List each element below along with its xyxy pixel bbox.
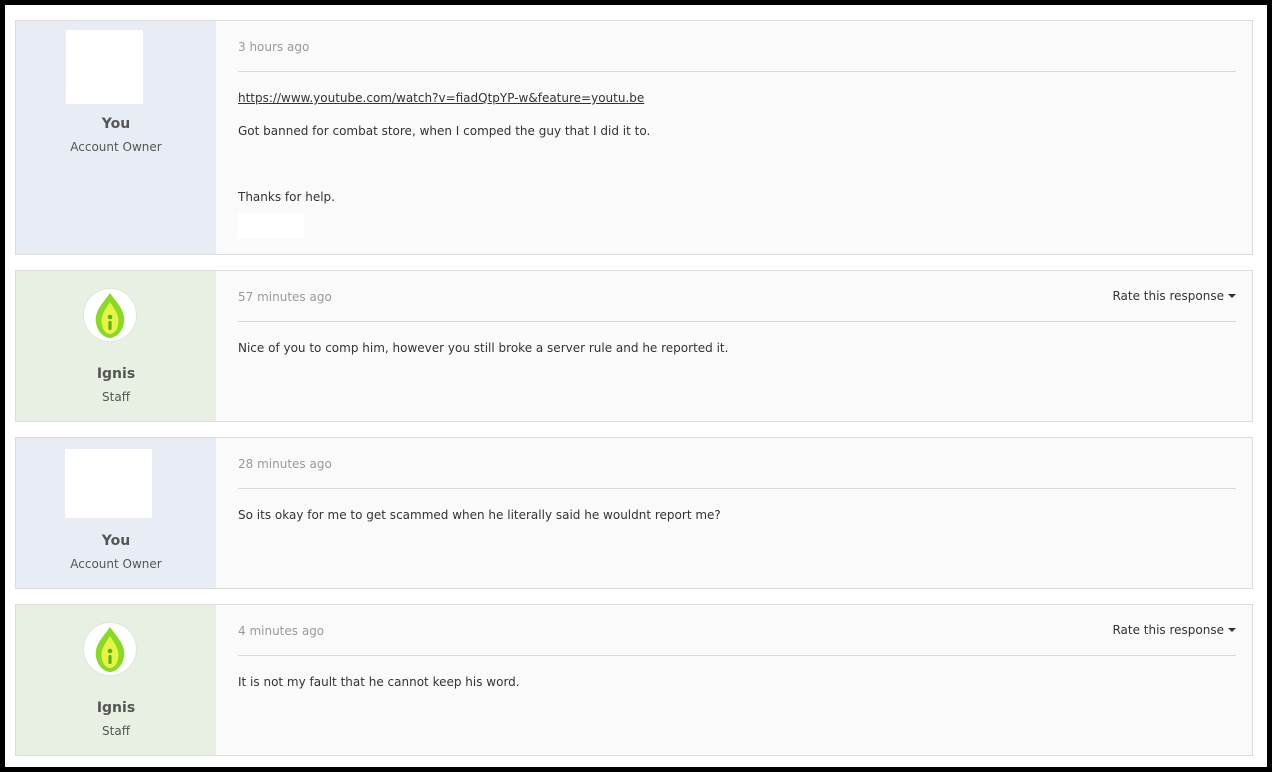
divider (238, 71, 1236, 72)
rate-response-dropdown[interactable]: Rate this response (1112, 623, 1236, 637)
reply-text: So its okay for me to get scammed when h… (238, 508, 721, 522)
author-role: Account Owner (70, 557, 162, 571)
caret-down-icon (1228, 628, 1236, 632)
author-panel: Ignis Staff (16, 605, 216, 755)
reply-content: 57 minutes ago Rate this response Nice o… (216, 271, 1252, 421)
avatar (84, 289, 136, 341)
caret-down-icon (1228, 294, 1236, 298)
ticket-reply: Ignis Staff 57 minutes ago Rate this res… (15, 270, 1253, 422)
reply-timestamp: 28 minutes ago (238, 457, 332, 471)
author-role: Staff (102, 390, 130, 404)
author-name: You (101, 116, 131, 132)
rate-response-dropdown[interactable]: Rate this response (1112, 289, 1236, 303)
divider (238, 321, 1236, 322)
author-name: Ignis (96, 700, 136, 716)
avatar (66, 30, 143, 104)
reply-timestamp: 57 minutes ago (238, 290, 332, 304)
author-panel: You Account Owner (16, 21, 216, 254)
reply-content: 4 minutes ago Rate this response It is n… (216, 605, 1252, 755)
author-panel: Ignis Staff (16, 271, 216, 421)
author-role: Account Owner (70, 140, 162, 154)
reply-timestamp: 3 hours ago (238, 40, 310, 54)
avatar (65, 449, 152, 518)
attachment-image[interactable] (238, 213, 304, 239)
reply-content: 28 minutes ago So its okay for me to get… (216, 438, 1252, 588)
reply-text: Got banned for combat store, when I comp… (238, 124, 651, 138)
author-role: Staff (102, 724, 130, 738)
author-panel: You Account Owner (16, 438, 216, 588)
ticket-reply: You Account Owner 28 minutes ago So its … (15, 437, 1253, 589)
ticket-reply: Ignis Staff 4 minutes ago Rate this resp… (15, 604, 1253, 756)
ticket-thread: You Account Owner 3 hours ago https://ww… (5, 5, 1267, 767)
author-name: Ignis (96, 366, 136, 382)
divider (238, 488, 1236, 489)
flame-logo-icon (95, 627, 125, 672)
avatar (84, 623, 136, 675)
ticket-reply: You Account Owner 3 hours ago https://ww… (15, 20, 1253, 255)
flame-logo-icon (95, 293, 125, 338)
rate-response-label: Rate this response (1112, 623, 1224, 637)
divider (238, 655, 1236, 656)
reply-text: Nice of you to comp him, however you sti… (238, 341, 729, 355)
reply-timestamp: 4 minutes ago (238, 624, 325, 638)
video-link[interactable]: https://www.youtube.com/watch?v=fiadQtpY… (238, 91, 644, 105)
reply-text: It is not my fault that he cannot keep h… (238, 675, 520, 689)
reply-text: Thanks for help. (238, 190, 335, 204)
reply-content: 3 hours ago https://www.youtube.com/watc… (216, 21, 1252, 254)
reply-link[interactable]: https://www.youtube.com/watch?v=fiadQtpY… (238, 91, 1236, 105)
author-name: You (101, 533, 131, 549)
rate-response-label: Rate this response (1112, 289, 1224, 303)
